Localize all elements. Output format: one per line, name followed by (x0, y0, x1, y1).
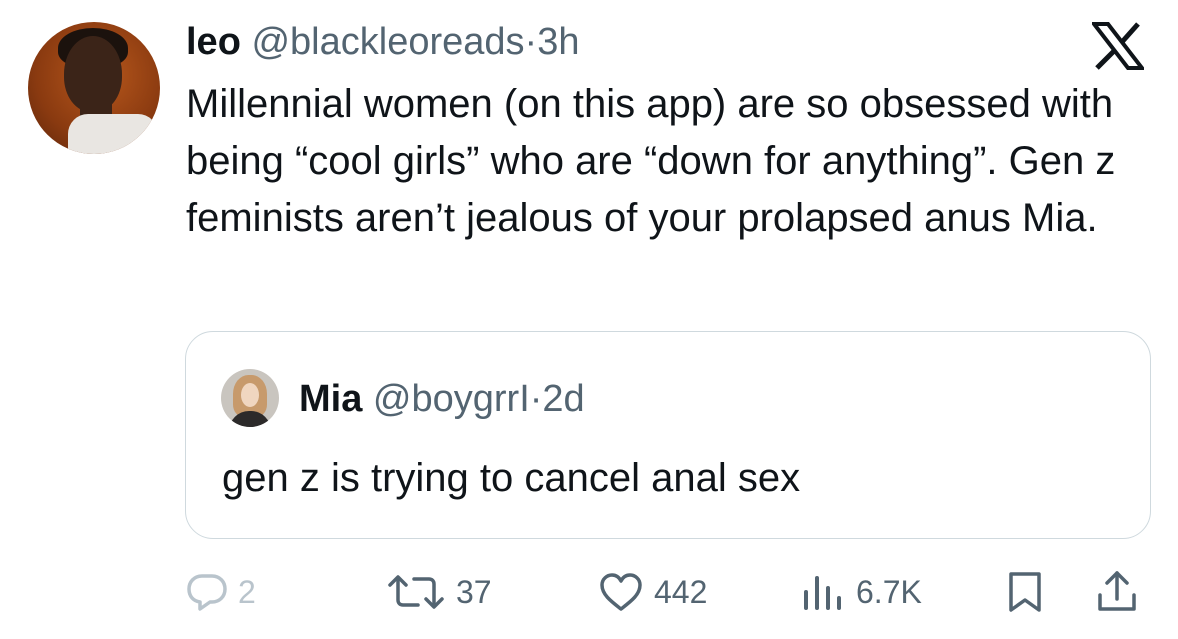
views-count: 6.7K (856, 574, 922, 610)
heart-icon (600, 573, 642, 611)
tweet-text: Millennial women (on this app) are so ob… (186, 82, 1116, 240)
share-icon (1098, 571, 1136, 611)
views-icon (804, 576, 841, 610)
like-button[interactable]: 442 (598, 568, 707, 616)
quoted-author-avatar[interactable] (221, 369, 279, 427)
reply-count: 2 (238, 574, 256, 610)
quoted-tweet-text: gen z is trying to cancel anal sex (222, 456, 801, 500)
reply-button[interactable]: 2 (186, 568, 256, 616)
tweet-action-bar: 2 37 442 6.7K (0, 560, 1178, 620)
views-button[interactable]: 6.7K (800, 568, 922, 616)
quoted-avatar-face (241, 383, 259, 407)
retweet-button[interactable]: 37 (386, 568, 492, 616)
x-logo-icon (1089, 22, 1147, 70)
retweet-icon (388, 575, 444, 609)
author-handle[interactable]: @blackleoreads (251, 21, 524, 63)
tweet-timestamp[interactable]: 3h (537, 21, 579, 63)
header-separator: · (524, 21, 538, 63)
retweet-count: 37 (456, 574, 492, 610)
avatar-collar (68, 114, 158, 154)
quoted-tweet-timestamp[interactable]: 2d (542, 378, 584, 420)
share-button[interactable] (1095, 568, 1139, 616)
avatar-face (64, 36, 122, 112)
quoted-author-handle[interactable]: @boygrrI (373, 378, 530, 420)
reply-icon (187, 574, 227, 611)
tweet-header: leo @blackleoreads·3h (186, 16, 579, 68)
bookmark-icon (1009, 572, 1041, 612)
like-count: 442 (654, 574, 708, 610)
quoted-tweet-header: Mia @boygrrI·2d (299, 374, 585, 424)
quoted-tweet[interactable]: Mia @boygrrI·2d gen z is trying to cance… (185, 331, 1151, 539)
quoted-author-name[interactable]: Mia (299, 378, 362, 420)
author-name[interactable]: leo (186, 21, 241, 63)
author-avatar[interactable] (28, 22, 160, 154)
bookmark-button[interactable] (1005, 568, 1045, 616)
quoted-header-separator: · (529, 378, 543, 420)
